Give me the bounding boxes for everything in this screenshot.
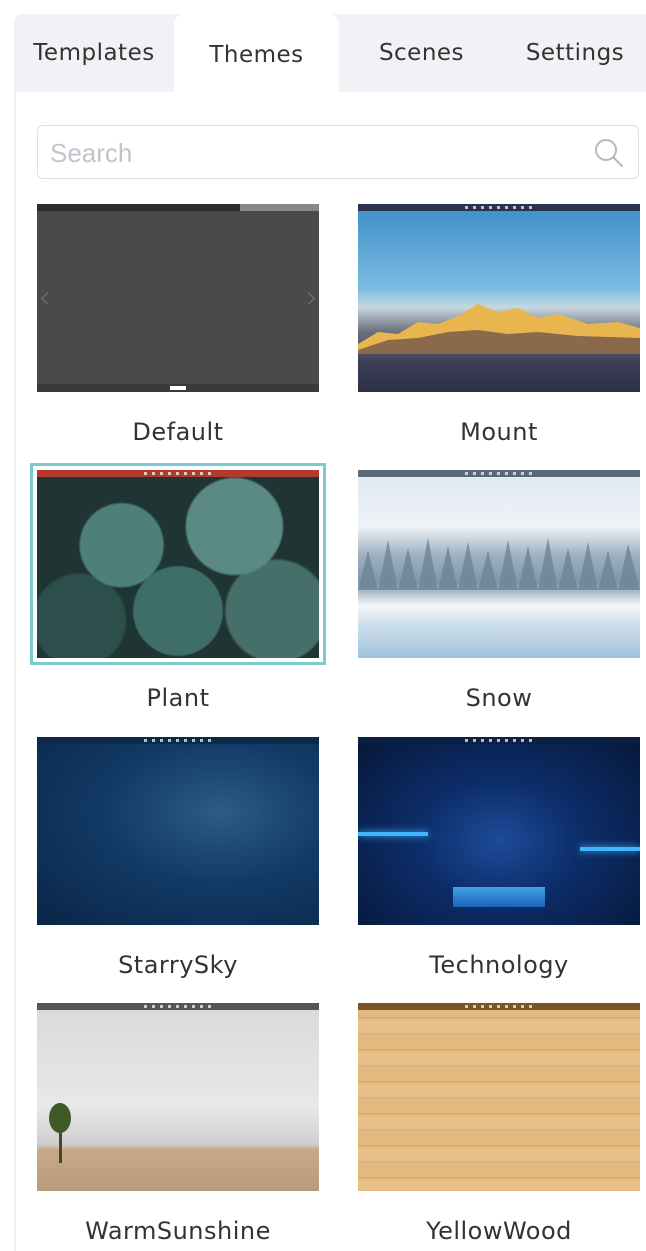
theme-label: Mount [460,418,538,446]
theme-thumbnail-plant[interactable] [30,463,326,665]
tab-bar: Templates Themes Scenes Settings [14,14,646,96]
theme-thumbnail-warmsunshine[interactable] [37,1003,319,1191]
search-icon[interactable] [592,136,626,170]
theme-label: StarrySky [118,951,238,979]
theme-thumbnail-yellowwood[interactable] [358,1003,640,1191]
theme-thumbnail-starrysky[interactable] [37,737,319,925]
theme-label: Default [132,418,224,446]
theme-label: Snow [465,684,533,712]
theme-label: Technology [429,951,569,979]
theme-label: YellowWood [426,1217,572,1245]
theme-thumbnail-mount[interactable] [358,204,640,392]
themes-panel: Templates Themes Scenes Settings Default [0,0,646,1251]
theme-thumbnail-default[interactable] [37,204,319,392]
theme-label: Plant [146,684,210,712]
tab-templates[interactable]: Templates [14,14,174,92]
tab-scenes[interactable]: Scenes [339,14,504,92]
theme-thumbnail-technology[interactable] [358,737,640,925]
theme-thumbnail-snow[interactable] [358,470,640,658]
search-box [37,125,639,180]
tab-settings[interactable]: Settings [504,14,646,92]
theme-label: WarmSunshine [85,1217,271,1245]
tab-themes[interactable]: Themes [174,14,339,96]
search-input[interactable] [48,126,572,180]
